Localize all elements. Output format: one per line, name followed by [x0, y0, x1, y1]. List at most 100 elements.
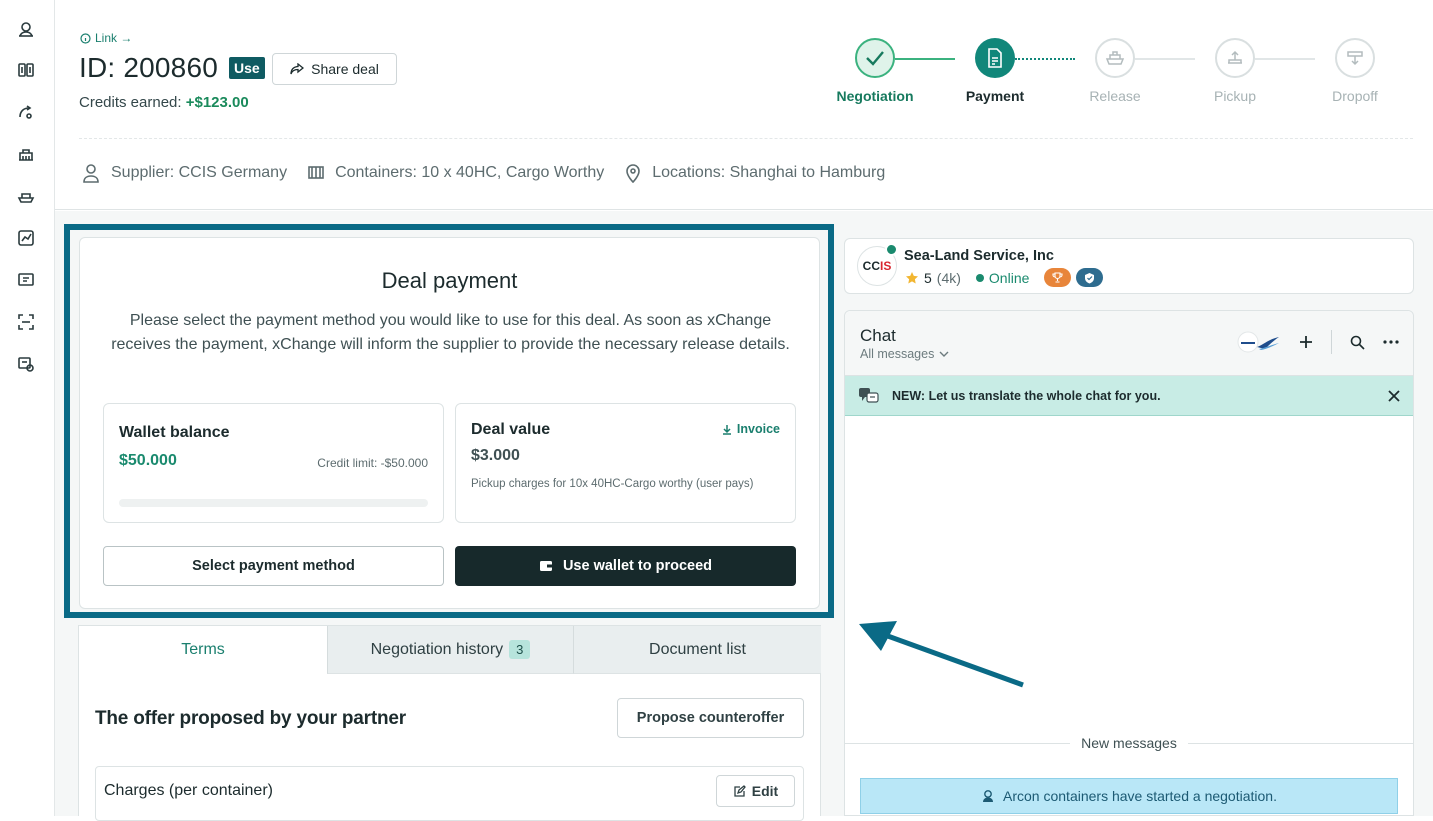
- partner-logo-text-b: IS: [880, 259, 892, 273]
- wallet-icon: [539, 561, 552, 571]
- partner-card[interactable]: CC IS Sea-Land Service, Inc 5 (4k) Online: [844, 238, 1414, 294]
- credit-limit: Credit limit: -$50.000: [317, 456, 428, 470]
- partner-name: Sea-Land Service, Inc: [904, 248, 1054, 264]
- deal-link-label[interactable]: Link →: [95, 31, 132, 45]
- invoice-link[interactable]: Invoice: [722, 422, 780, 436]
- credits-earned: Credits earned: +$123.00: [79, 94, 249, 111]
- edit-charges-button[interactable]: Edit: [716, 775, 795, 807]
- wallet-progress-bar: [119, 499, 428, 507]
- search-icon[interactable]: [1350, 335, 1365, 350]
- ship-icon[interactable]: [15, 185, 37, 207]
- info-icon: [80, 32, 91, 44]
- select-payment-method-button[interactable]: Select payment method: [103, 546, 444, 586]
- location-pin-icon: [626, 164, 641, 183]
- chat-header: Chat All messages: [845, 311, 1413, 376]
- deal-progress-stepper: Negotiation Payment Release Pickup Dropo…: [825, 38, 1415, 108]
- offer-title: The offer proposed by your partner: [95, 708, 406, 729]
- route-icon[interactable]: [15, 101, 37, 123]
- use-wallet-label: Use wallet to proceed: [562, 558, 713, 574]
- container-icon: [308, 166, 324, 179]
- user-circle-icon[interactable]: [15, 18, 37, 40]
- new-messages-divider: New messages: [845, 735, 1413, 753]
- check-icon: [855, 38, 895, 78]
- deal-payment-title: Deal payment: [381, 268, 518, 293]
- pickup-icon: [1215, 38, 1255, 78]
- sidebar: [0, 0, 55, 816]
- chat-filter-label: All messages: [860, 347, 935, 361]
- containers-info: Containers: 10 x 40HC, Cargo Worthy: [307, 164, 604, 182]
- wallet-balance-title: Wallet balance: [119, 424, 230, 441]
- partner-reviews: (4k): [936, 269, 961, 286]
- step-payment[interactable]: Payment: [945, 38, 1045, 104]
- containers-text: Containers: 10 x 40HC, Cargo Worthy: [335, 164, 605, 181]
- use-badge: Use: [229, 57, 265, 79]
- step-pickup[interactable]: Pickup: [1185, 38, 1285, 104]
- deal-meta: Supplier: CCIS Germany Containers: 10 x …: [81, 163, 905, 183]
- partner-meta: 5 (4k) Online: [905, 268, 1104, 287]
- add-icon[interactable]: [1299, 335, 1313, 349]
- deal-link[interactable]: Link →: [80, 31, 132, 45]
- partner-status: Online: [988, 269, 1030, 286]
- tab-negotiation-history[interactable]: Negotiation history 3: [327, 626, 573, 674]
- close-icon[interactable]: [1388, 390, 1400, 402]
- step-label: Negotiation: [836, 88, 914, 104]
- use-wallet-button[interactable]: Use wallet to proceed: [455, 546, 796, 586]
- dropoff-icon: [1335, 38, 1375, 78]
- container-stack-icon[interactable]: [15, 59, 37, 81]
- tab-negotiation-history-label: Negotiation history: [370, 640, 504, 658]
- verified-icon: [885, 243, 898, 256]
- edit-icon: [734, 784, 746, 797]
- agent-icon: [983, 790, 994, 802]
- deal-value-title: Deal value: [471, 421, 551, 438]
- online-status-dot: [975, 273, 984, 282]
- chat-toolbar: [1237, 330, 1399, 354]
- deal-header: Link → ID: 200860 Use Share deal Credits…: [55, 0, 1433, 210]
- ship-icon: [1095, 38, 1135, 78]
- settings-icon[interactable]: [15, 353, 37, 375]
- translate-banner: NEW: Let us translate the whole chat for…: [845, 376, 1413, 416]
- depot-icon[interactable]: [15, 143, 37, 165]
- locations-text: Locations: Shanghai to Hamburg: [652, 164, 886, 181]
- locations-info: Locations: Shanghai to Hamburg: [624, 163, 885, 183]
- share-deal-button[interactable]: Share deal: [272, 53, 397, 85]
- step-label: Payment: [965, 88, 1025, 104]
- shield-check-icon: [1076, 268, 1104, 287]
- deal-value-amount: $3.000: [471, 447, 520, 464]
- annotation-arrow-icon: [859, 621, 1024, 688]
- credits-label: Credits earned:: [79, 94, 182, 111]
- partner-rating: 5: [924, 269, 932, 286]
- step-negotiation[interactable]: Negotiation: [825, 38, 925, 104]
- participant-logo-icon[interactable]: [1237, 331, 1281, 353]
- header-divider: [79, 138, 1413, 139]
- wallet-balance-box: Wallet balance $50.000 Credit limit: -$5…: [103, 403, 444, 523]
- star-icon: [906, 271, 918, 283]
- download-icon: [722, 424, 731, 435]
- scan-icon[interactable]: [15, 311, 37, 333]
- chart-icon[interactable]: [15, 227, 37, 249]
- tab-document-list[interactable]: Document list: [573, 626, 821, 674]
- tab-terms[interactable]: Terms: [79, 626, 327, 674]
- supplier-text: Supplier: CCIS Germany: [111, 164, 288, 181]
- propose-counteroffer-button[interactable]: Propose counteroffer: [617, 698, 804, 738]
- translate-icon: [859, 388, 879, 403]
- deal-payment-description: Please select the payment method you wou…: [111, 312, 790, 353]
- more-options-icon[interactable]: [1383, 340, 1399, 344]
- edit-label: Edit: [751, 783, 779, 799]
- step-dropoff[interactable]: Dropoff: [1305, 38, 1405, 104]
- chevron-down-icon: [939, 351, 949, 357]
- charges-title: Charges (per container): [104, 782, 273, 799]
- wallet-balance-amount: $50.000: [119, 452, 177, 469]
- translate-banner-text: NEW: Let us translate the whole chat for…: [892, 388, 1161, 403]
- chat-filter-dropdown[interactable]: All messages: [860, 347, 949, 361]
- step-release[interactable]: Release: [1065, 38, 1165, 104]
- step-label: Pickup: [1213, 88, 1257, 104]
- dashboard-icon[interactable]: [15, 269, 37, 291]
- step-label: Dropoff: [1332, 88, 1378, 104]
- person-icon: [83, 164, 99, 183]
- negotiation-count-badge: 3: [509, 640, 531, 659]
- share-deal-label: Share deal: [311, 61, 379, 77]
- trophy-icon: [1044, 268, 1072, 287]
- payment-doc-icon: [975, 38, 1015, 78]
- toolbar-divider: [1331, 330, 1332, 354]
- supplier-info: Supplier: CCIS Germany: [81, 163, 287, 183]
